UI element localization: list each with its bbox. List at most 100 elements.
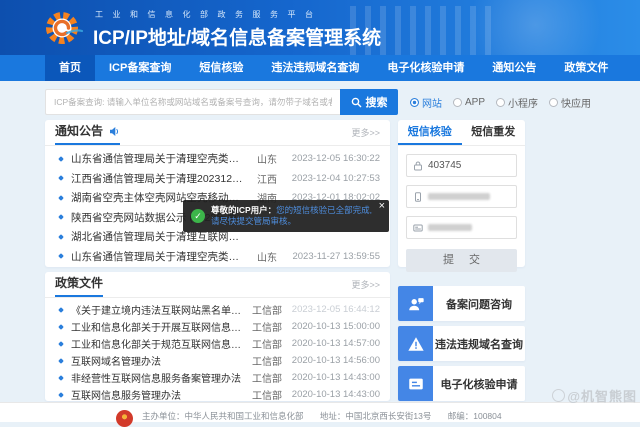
radio-label: 网站 [422, 95, 442, 110]
policy-row[interactable]: 互联网域名管理办法 工信部 2020-10-13 14:56:00 [51, 352, 380, 369]
nav-item[interactable]: 短信核验 [185, 55, 257, 81]
notice-date: 2023-11-27 13:59:55 [286, 251, 380, 262]
policies-list: 《关于建立境内违法互联网站黑名单管理制度的通知》 (工信部联 工信部 2023-… [45, 298, 390, 403]
certificate-card-icon [398, 366, 433, 401]
sms-tabs: 短信核验 短信重发 [398, 120, 525, 146]
phone-number-field[interactable] [406, 185, 517, 208]
watermark-text: @机智熊图 [567, 386, 637, 405]
bullet-icon [58, 324, 64, 330]
platform-subtitle: 工业和信息化部政务服务平台 [95, 9, 323, 20]
policy-row[interactable]: 工业和信息化部关于开展互联网信息服务备案用户真实身份信息电 工信部 2020-1… [51, 318, 380, 335]
radio-label: 小程序 [508, 95, 538, 110]
e-verify-apply-label: 电子化核验申请 [433, 366, 525, 401]
header-glow-decoration [460, 0, 610, 55]
policies-panel: 政策文件 更多>> 《关于建立境内违法互联网站黑名单管理制度的通知》 (工信部联… [45, 272, 390, 401]
radio-dot-icon [549, 98, 558, 107]
policy-row[interactable]: 工业和信息化部关于规范互联网信息服务使用域名的通知 工信部 2020-10-13… [51, 335, 380, 352]
warning-triangle-icon [398, 326, 433, 361]
consult-button[interactable]: 备案问题咨询 [398, 286, 525, 321]
search-button-label: 搜索 [366, 94, 388, 110]
bullet-icon [58, 375, 64, 381]
policy-row[interactable]: 非经营性互联网信息服务备案管理办法 工信部 2020-10-13 14:43:0… [51, 369, 380, 386]
search-icon [351, 97, 362, 108]
policies-more-link[interactable]: 更多>> [351, 278, 380, 291]
policies-title: 政策文件 [55, 272, 103, 297]
search-type-options: 网站 APP 小程序 快应用 [410, 95, 591, 110]
illegal-domain-query-label: 违法违规域名查询 [433, 326, 525, 361]
submit-button[interactable]: 提 交 [406, 249, 517, 272]
notice-date: 2023-12-05 16:30:22 [286, 153, 380, 164]
verify-code-value: 403745 [428, 160, 461, 171]
bullet-icon [58, 307, 64, 313]
policy-date: 2020-10-13 14:43:00 [286, 389, 380, 400]
nav-item[interactable]: 通知公告 [478, 55, 550, 81]
e-verify-apply-button[interactable]: 电子化核验申请 [398, 366, 525, 401]
nav-item[interactable]: 首页 [45, 55, 95, 81]
tab-sms-resend[interactable]: 短信重发 [462, 120, 526, 145]
notice-row[interactable]: 江西省通信管理局关于清理20231204批次空壳数据公示 江西 2023-12-… [51, 169, 380, 189]
policy-title: 工业和信息化部关于规范互联网信息服务使用域名的通知 [71, 336, 248, 351]
icp-beian-homepage: { "header": { "platform": "工业和信息化部政务服务平台… [0, 0, 640, 421]
sms-verify-panel: 短信核验 短信重发 403745 提 交 [398, 120, 525, 267]
policy-date: 2020-10-13 15:00:00 [286, 321, 380, 332]
chat-person-icon [398, 286, 433, 321]
phone-icon [413, 192, 423, 202]
main-nav-items: 首页 ICP备案查询 短信核验 违法违规域名查询 电子化核验申请 通知公告 政策… [45, 55, 640, 81]
nav-item[interactable]: 电子化核验申请 [373, 55, 478, 81]
bullet-icon [58, 234, 64, 240]
notice-region: 山东 [248, 151, 286, 166]
search-input[interactable] [45, 89, 340, 115]
illegal-domain-query-button[interactable]: 违法违规域名查询 [398, 326, 525, 361]
nav-item[interactable]: 违法违规域名查询 [257, 55, 373, 81]
notices-more-link[interactable]: 更多>> [351, 126, 380, 139]
policy-row[interactable]: 《关于建立境内违法互联网站黑名单管理制度的通知》 (工信部联 工信部 2023-… [51, 301, 380, 318]
nav-item[interactable]: 政策文件 [550, 55, 622, 81]
policy-date: 2020-10-13 14:57:00 [286, 338, 380, 349]
watermark: @机智熊图 [552, 386, 637, 405]
notice-title: 山东省通信管理局关于清理空壳类备案数据的公示 (202341批次) [71, 151, 248, 166]
footer-postcode: 邮编：100804 [448, 411, 502, 421]
bullet-icon [58, 195, 64, 201]
bullet-icon [58, 341, 64, 347]
notice-row[interactable]: 山东省通信管理局关于清理空壳类备案数据的公示 (202341批次) 山东 202… [51, 149, 380, 169]
bullet-icon [58, 156, 64, 162]
site-header: 工业和信息化部政务服务平台 ICP/IP地址/域名信息备案管理系统 [0, 0, 640, 55]
notices-title-text: 通知公告 [55, 120, 103, 143]
sms-code-field[interactable] [406, 216, 517, 239]
verify-code-field[interactable]: 403745 [406, 154, 517, 177]
search-type-radio[interactable]: 快应用 [549, 95, 591, 110]
footer-host: 主办单位：中华人民共和国工业和信息化部 [142, 411, 304, 421]
policy-date: 2020-10-13 14:56:00 [286, 355, 380, 366]
idcard-icon [413, 223, 423, 233]
masked-sms-code-value [428, 224, 472, 231]
nav-item[interactable]: ICP备案查询 [95, 55, 185, 81]
policy-issuer: 工信部 [248, 370, 286, 385]
bullet-icon [58, 175, 64, 181]
miit-gear-logo-icon [44, 8, 84, 48]
toast-prefix: 尊敬的ICP用户： [211, 205, 276, 215]
search-type-radio[interactable]: 小程序 [496, 95, 538, 110]
success-check-icon: ✓ [191, 209, 205, 223]
policy-issuer: 工信部 [248, 302, 286, 317]
policy-issuer: 工信部 [248, 387, 286, 402]
policy-issuer: 工信部 [248, 319, 286, 334]
notice-title: 江西省通信管理局关于清理20231204批次空壳数据公示 [71, 171, 248, 186]
footer-text: 主办单位：中华人民共和国工业和信息化部 地址：中国北京西长安街13号 邮编：10… [142, 410, 516, 422]
site-footer: 主办单位：中华人民共和国工业和信息化部 地址：中国北京西长安街13号 邮编：10… [0, 402, 640, 422]
policy-row[interactable]: 互联网信息服务管理办法 工信部 2020-10-13 14:43:00 [51, 386, 380, 403]
policy-title: 工业和信息化部关于开展互联网信息服务备案用户真实身份信息电 [71, 319, 248, 334]
main-nav: 首页 ICP备案查询 短信核验 违法违规域名查询 电子化核验申请 通知公告 政策… [0, 55, 640, 81]
close-icon[interactable]: × [379, 200, 385, 212]
notice-row[interactable]: 山东省通信管理局关于清理空壳类备案数据的公示 (202340批次) 山东 202… [51, 247, 380, 267]
radio-dot-icon [410, 98, 419, 107]
tab-sms-verify[interactable]: 短信核验 [398, 120, 462, 145]
search-type-radio[interactable]: APP [453, 97, 485, 108]
policy-title: 《关于建立境内违法互联网站黑名单管理制度的通知》 (工信部联 [71, 302, 248, 317]
radio-label: 快应用 [561, 95, 591, 110]
site-title: ICP/IP地址/域名信息备案管理系统 [93, 23, 381, 50]
search-button[interactable]: 搜索 [340, 89, 398, 115]
consult-button-label: 备案问题咨询 [433, 286, 525, 321]
policy-issuer: 工信部 [248, 353, 286, 368]
toast-text: 尊敬的ICP用户：您的短信核验已全部完成,请尽快提交管局审核。 [211, 205, 379, 227]
search-type-radio[interactable]: 网站 [410, 95, 442, 110]
